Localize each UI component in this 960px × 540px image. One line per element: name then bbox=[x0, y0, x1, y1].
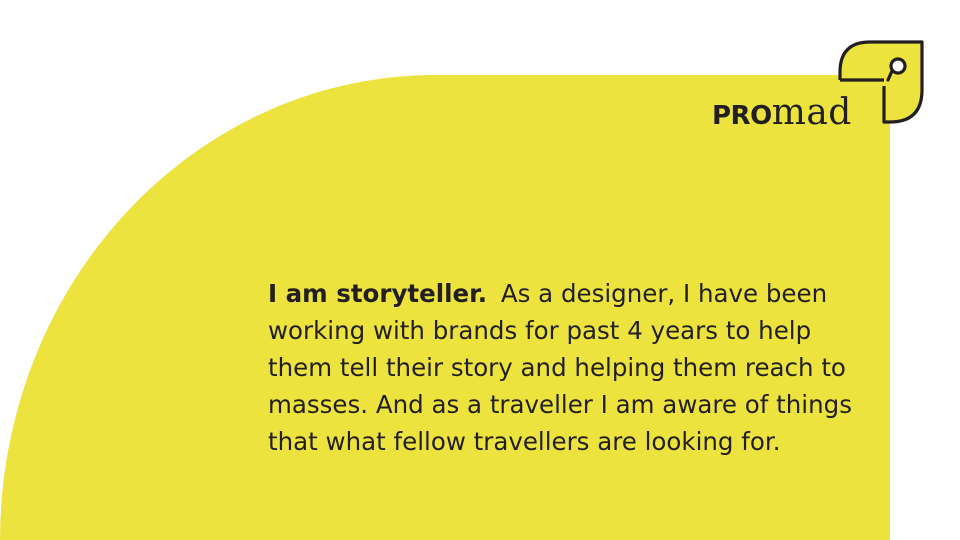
brand-logo-prefix: PRO bbox=[712, 101, 772, 131]
bio-lead: I am storyteller. bbox=[268, 279, 488, 308]
leaf-logo-icon bbox=[838, 40, 924, 124]
brand-logo: PRO mad bbox=[712, 92, 852, 133]
bio-paragraph: I am storyteller. As a designer, I have … bbox=[268, 275, 868, 460]
